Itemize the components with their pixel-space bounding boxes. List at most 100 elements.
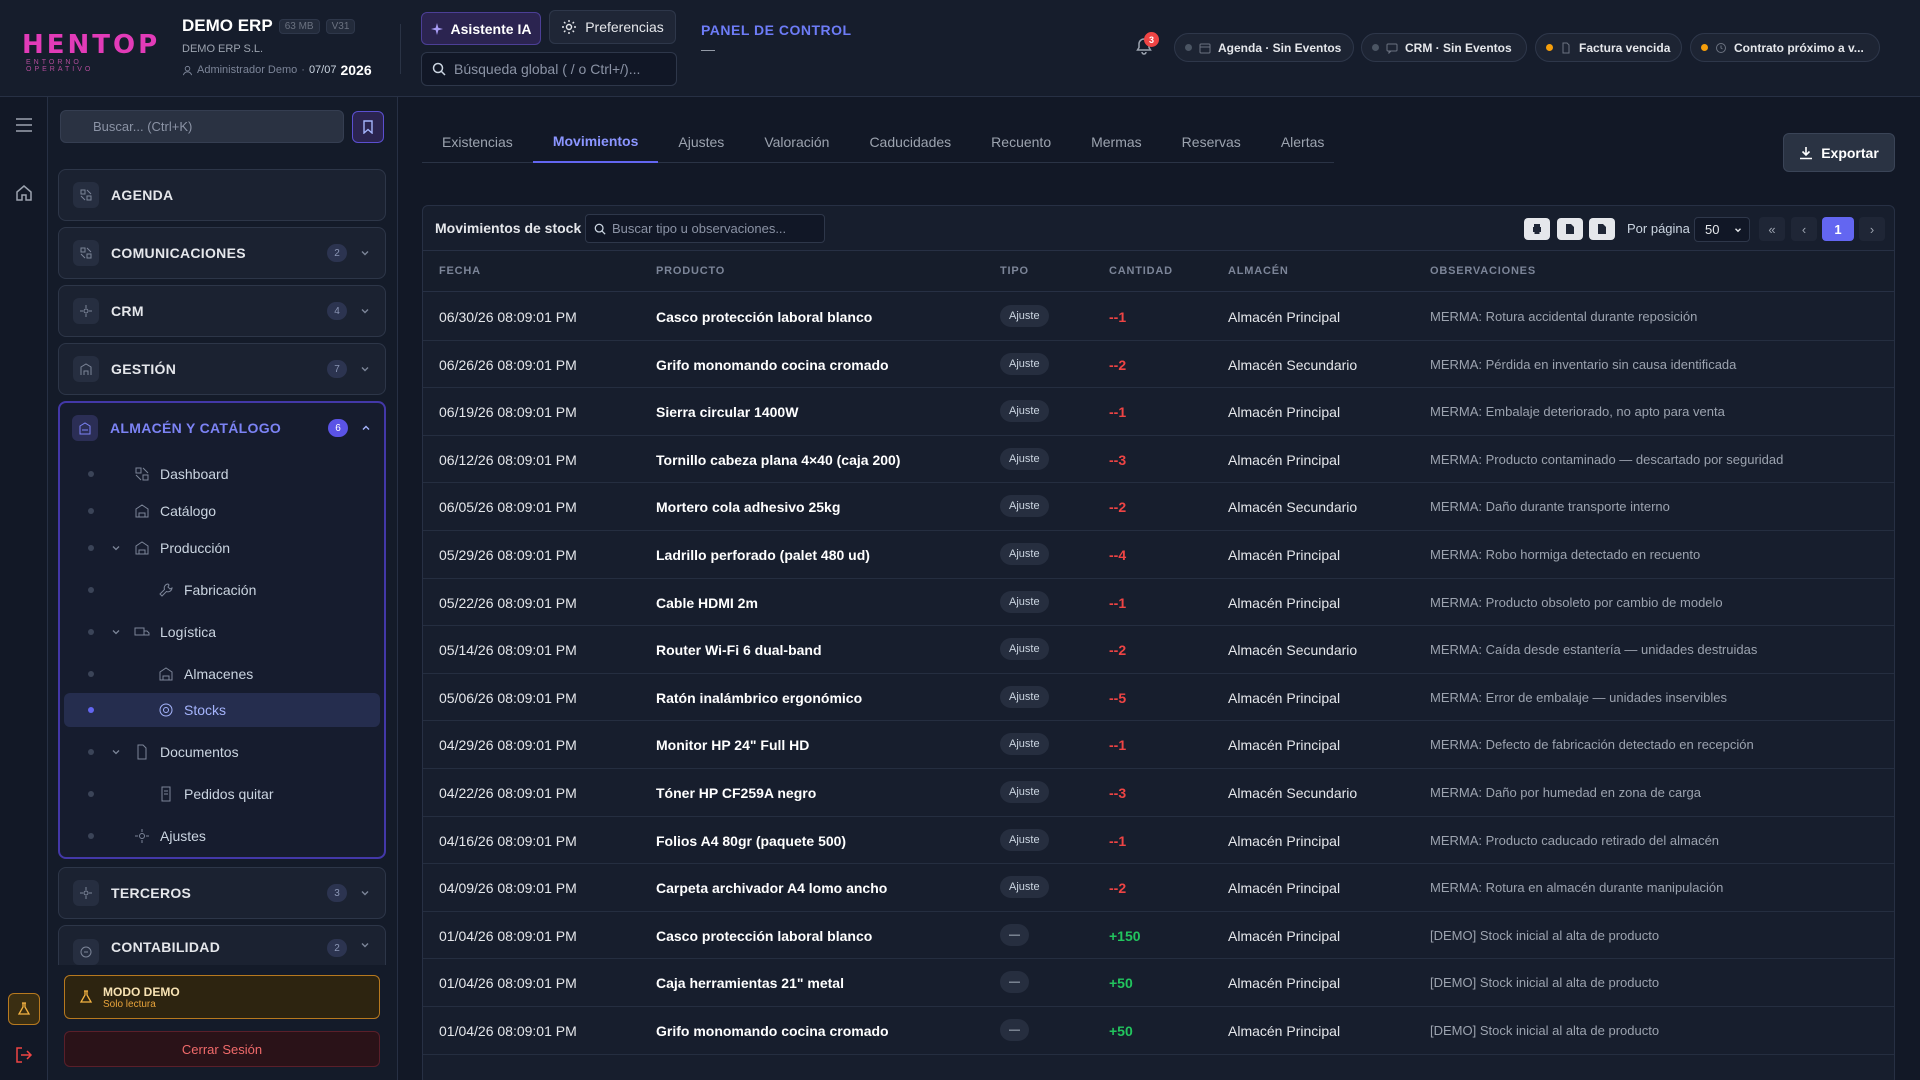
table-search-input[interactable] bbox=[612, 221, 812, 236]
chevron-down-icon[interactable] bbox=[110, 746, 122, 758]
section-almacen-header[interactable]: ALMACÉN Y CATÁLOGO 6 bbox=[60, 403, 384, 453]
version-badge: V31 bbox=[325, 18, 356, 34]
table-row[interactable]: 01/04/26 08:09:01 PM Casco protección lab… bbox=[423, 912, 1894, 960]
global-search-input[interactable] bbox=[454, 61, 664, 77]
table-row[interactable]: 04/09/26 08:09:01 PM Carpeta archivador A… bbox=[423, 864, 1894, 912]
tab-valoracion[interactable]: Valoración bbox=[744, 120, 849, 163]
export-button[interactable]: Exportar bbox=[1783, 133, 1895, 172]
table-row[interactable]: 06/30/26 08:09:01 PM Casco protección lab… bbox=[423, 293, 1894, 341]
table-row[interactable]: 06/05/26 08:09:01 PM Mortero cola adhesiv… bbox=[423, 483, 1894, 531]
tab-ajustes[interactable]: Ajustes bbox=[658, 120, 744, 163]
company-info: DEMO ERP 63 MB V31 DEMO ERP S.L. Adminis… bbox=[182, 16, 397, 78]
table-row[interactable]: 06/26/26 08:09:01 PM Grifo monomando coci… bbox=[423, 341, 1894, 389]
table-row[interactable]: 01/04/26 08:09:01 PM Grifo monomando coci… bbox=[423, 1007, 1894, 1055]
demo-mode-button[interactable] bbox=[8, 993, 40, 1025]
section-gestion[interactable]: GESTIÓN 7 bbox=[58, 343, 386, 395]
col-cantidad[interactable]: CANTIDAD bbox=[1109, 265, 1173, 277]
cell-almacen: Almacén Principal bbox=[1228, 404, 1341, 421]
section-contabilidad[interactable]: CONTABILIDAD 2 bbox=[58, 925, 386, 965]
chevron-down-icon[interactable] bbox=[110, 626, 122, 638]
nav-dashboard[interactable]: Dashboard bbox=[64, 457, 380, 491]
table-row[interactable]: 06/19/26 08:09:01 PM Sierra circular 1400… bbox=[423, 388, 1894, 436]
nav-almacenes[interactable]: Almacenes bbox=[64, 657, 380, 691]
nav-label: Producción bbox=[160, 540, 231, 556]
chip-crm[interactable]: CRM · Sin Eventos bbox=[1361, 33, 1527, 62]
table-row[interactable]: 05/22/26 08:09:01 PM Cable HDMI 2m Ajuste -… bbox=[423, 579, 1894, 627]
export-csv-button[interactable] bbox=[1589, 218, 1615, 240]
pin-sidebar-button[interactable] bbox=[352, 111, 384, 143]
section-label: GESTIÓN bbox=[111, 361, 177, 377]
tab-existencias[interactable]: Existencias bbox=[422, 120, 533, 163]
col-producto[interactable]: PRODUCTO bbox=[656, 265, 725, 277]
ai-assistant-button[interactable]: Asistente IA bbox=[421, 12, 541, 45]
col-almacen[interactable]: ALMACÉN bbox=[1228, 265, 1289, 277]
cell-tipo: Ajuste bbox=[1000, 447, 1049, 470]
tab-mermas[interactable]: Mermas bbox=[1071, 120, 1162, 163]
chip-agenda[interactable]: Agenda · Sin Eventos bbox=[1174, 33, 1354, 62]
cell-cantidad: +50 bbox=[1109, 975, 1133, 992]
section-terceros[interactable]: TERCEROS 3 bbox=[58, 867, 386, 919]
next-page-button[interactable]: › bbox=[1859, 217, 1885, 241]
cell-fecha: 06/26/26 08:09:01 PM bbox=[439, 356, 577, 373]
first-page-button[interactable]: « bbox=[1759, 217, 1785, 241]
preferences-button[interactable]: Preferencias bbox=[549, 10, 676, 44]
export-pdf-button[interactable] bbox=[1557, 218, 1583, 240]
tab-recuento[interactable]: Recuento bbox=[971, 120, 1071, 163]
section-comunicaciones[interactable]: COMUNICACIONES 2 bbox=[58, 227, 386, 279]
section-agenda[interactable]: AGENDA bbox=[58, 169, 386, 221]
chip-overdue-invoice[interactable]: Factura vencida bbox=[1535, 33, 1682, 62]
tab-movimientos[interactable]: Movimientos bbox=[532, 120, 659, 163]
nav-fabricacion[interactable]: Fabricación bbox=[64, 573, 380, 607]
prev-page-button[interactable]: ‹ bbox=[1791, 217, 1817, 241]
nav-ajustes[interactable]: Ajustes bbox=[64, 819, 380, 853]
nav-documentos[interactable]: Documentos bbox=[64, 735, 380, 769]
nav-pedidos-quitar[interactable]: Pedidos quitar bbox=[64, 777, 380, 811]
home-button[interactable] bbox=[12, 181, 36, 205]
sidebar-search-input[interactable] bbox=[93, 119, 333, 134]
nav-catalogo[interactable]: Catálogo bbox=[64, 494, 380, 528]
table-row[interactable]: 06/12/26 08:09:01 PM Tornillo cabeza plan… bbox=[423, 436, 1894, 484]
chip-contract-expiring[interactable]: Contrato próximo a v... bbox=[1690, 33, 1880, 62]
chevron-down-icon[interactable] bbox=[110, 542, 122, 554]
tab-reservas[interactable]: Reservas bbox=[1162, 120, 1261, 163]
clock-icon bbox=[1716, 42, 1726, 53]
tab-alertas[interactable]: Alertas bbox=[1261, 120, 1345, 163]
order-icon bbox=[161, 786, 171, 802]
logout-button[interactable]: Cerrar Sesión bbox=[64, 1031, 380, 1067]
download-icon bbox=[1800, 146, 1813, 159]
cell-observaciones: MERMA: Embalaje deteriorado, no apto par… bbox=[1430, 404, 1725, 420]
tab-caducidades[interactable]: Caducidades bbox=[849, 120, 971, 163]
menu-toggle[interactable] bbox=[12, 113, 36, 137]
table-row[interactable]: 04/22/26 08:09:01 PM Tóner HP CF259A negr… bbox=[423, 769, 1894, 817]
nav-label: Ajustes bbox=[160, 828, 206, 844]
table-row[interactable]: 04/29/26 08:09:01 PM Monitor HP 24" Full … bbox=[423, 721, 1894, 769]
table-row[interactable]: 05/06/26 08:09:01 PM Ratón inalámbrico er… bbox=[423, 674, 1894, 722]
table-toolbar: Movimientos de stock Por página 50 « ‹ 1… bbox=[423, 206, 1894, 250]
col-observaciones[interactable]: OBSERVACIONES bbox=[1430, 265, 1536, 277]
bookmark-icon bbox=[363, 120, 373, 134]
flask-icon bbox=[79, 990, 93, 1003]
col-fecha[interactable]: FECHA bbox=[439, 265, 481, 277]
nav-logistica[interactable]: Logística bbox=[64, 615, 380, 649]
export-label: Exportar bbox=[1821, 144, 1879, 161]
current-page-button[interactable]: 1 bbox=[1822, 217, 1854, 241]
cell-almacen: Almacén Secundario bbox=[1228, 499, 1358, 516]
sidebar-search[interactable] bbox=[60, 110, 344, 143]
print-button[interactable] bbox=[1524, 218, 1550, 240]
rail-logout-button[interactable] bbox=[12, 1043, 36, 1067]
table-row[interactable]: 05/29/26 08:09:01 PM Ladrillo perforado (… bbox=[423, 531, 1894, 579]
section-crm[interactable]: CRM 4 bbox=[58, 285, 386, 337]
cell-observaciones: MERMA: Error de embalaje — unidades inse… bbox=[1430, 689, 1727, 705]
nav-stocks[interactable]: Stocks bbox=[64, 693, 380, 727]
table-row[interactable]: 04/16/26 08:09:01 PM Folios A4 80gr (paqu… bbox=[423, 817, 1894, 865]
nav-produccion[interactable]: Producción bbox=[64, 531, 380, 565]
table-row[interactable]: 01/04/26 08:09:01 PM Caja herramientas 21… bbox=[423, 959, 1894, 1007]
col-tipo[interactable]: TIPO bbox=[1000, 265, 1029, 277]
cell-cantidad: --1 bbox=[1109, 309, 1127, 325]
per-page-select[interactable]: 50 bbox=[1694, 217, 1750, 242]
notification-count-badge: 3 bbox=[1144, 32, 1159, 47]
global-search[interactable] bbox=[421, 52, 677, 86]
table-row[interactable]: 05/14/26 08:09:01 PM Router Wi-Fi 6 dual-… bbox=[423, 626, 1894, 674]
app-logo[interactable]: HENTOP ENTORNO OPERATIVO bbox=[22, 32, 157, 73]
table-search[interactable] bbox=[585, 214, 825, 243]
